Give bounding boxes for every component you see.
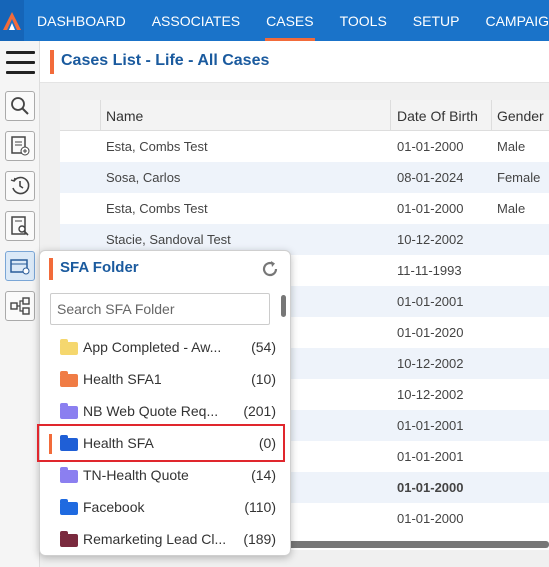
cell-gender: Male <box>497 139 526 154</box>
nav-setup[interactable]: SETUP <box>400 0 473 41</box>
page-title: Cases List - Life - All Cases <box>61 52 270 69</box>
vertical-scrollbar[interactable] <box>281 295 286 317</box>
nav-associates[interactable]: ASSOCIATES <box>139 0 253 41</box>
cell-dob: 11-11-1993 <box>397 263 462 278</box>
cell-dob: 01-01-2000 <box>397 511 464 526</box>
cell-dob: 10-12-2002 <box>397 387 464 402</box>
report-search-icon[interactable] <box>5 211 35 241</box>
folder-item[interactable]: Facebook (110) <box>40 491 286 523</box>
folder-item[interactable]: NB Web Quote Req... (201) <box>40 395 286 427</box>
selection-highlight <box>37 424 285 462</box>
folder-icon <box>60 499 78 515</box>
nav-campaign[interactable]: CAMPAIGN <box>472 0 549 41</box>
cell-dob: 01-01-2000 <box>397 480 464 495</box>
nav-dashboard[interactable]: DASHBOARD <box>24 0 139 41</box>
folder-count: (54) <box>251 339 276 355</box>
cell-dob: 01-01-2020 <box>397 325 464 340</box>
cell-dob: 10-12-2002 <box>397 232 464 247</box>
cell-gender: Female <box>497 170 541 185</box>
history-icon[interactable] <box>5 171 35 201</box>
folder-name: Facebook <box>83 499 145 515</box>
cell-dob: 08-01-2024 <box>397 170 464 185</box>
folder-count: (189) <box>243 531 276 547</box>
folder-item[interactable]: TN-Health Quote (14) <box>40 459 286 491</box>
cell-dob: 01-01-2001 <box>397 418 464 433</box>
cell-name: Sosa, Carlos <box>106 170 181 185</box>
folder-name: TN-Health Quote <box>83 467 189 483</box>
logo-icon[interactable] <box>0 0 24 41</box>
folder-count: (10) <box>251 371 276 387</box>
cell-gender: Male <box>497 201 526 216</box>
column-header-gender[interactable]: Gender <box>497 100 544 131</box>
page-header: Cases List - Life - All Cases <box>40 41 549 83</box>
folder-count: (110) <box>244 499 276 515</box>
top-nav: DASHBOARD ASSOCIATES CASES TOOLS SETUP C… <box>0 0 549 41</box>
nav-tools[interactable]: TOOLS <box>327 0 400 41</box>
popup-accent-bar <box>49 258 53 280</box>
folder-item[interactable]: Remarketing Lead Cl... (189) <box>40 523 286 555</box>
folder-name: App Completed - Aw... <box>83 339 222 355</box>
refresh-icon[interactable] <box>260 259 280 279</box>
folder-name: NB Web Quote Req... <box>83 403 219 419</box>
table-row[interactable]: Sosa, Carlos 08-01-2024 Female <box>60 162 549 193</box>
folder-item[interactable]: App Completed - Aw... (54) <box>40 331 286 363</box>
cell-name: Esta, Combs Test <box>106 139 208 154</box>
left-toolbar <box>0 41 40 567</box>
cell-dob: 10-12-2002 <box>397 356 464 371</box>
folder-name: Health SFA1 <box>83 371 162 387</box>
folder-icon <box>60 371 78 387</box>
title-accent-bar <box>50 50 54 74</box>
folder-count: (14) <box>251 467 276 483</box>
sfa-folder-icon[interactable] <box>5 251 35 281</box>
grid-header: Name Date Of Birth Gender <box>60 100 549 131</box>
workflow-icon[interactable] <box>5 291 35 321</box>
sfa-search-input[interactable] <box>50 293 270 325</box>
folder-icon <box>60 467 78 483</box>
add-case-icon[interactable] <box>5 131 35 161</box>
column-header-dob[interactable]: Date Of Birth <box>397 100 478 131</box>
cell-dob: 01-01-2000 <box>397 139 464 154</box>
search-cases-icon[interactable] <box>5 91 35 121</box>
cell-dob: 01-01-2001 <box>397 449 464 464</box>
menu-icon[interactable] <box>6 51 35 75</box>
folder-count: (201) <box>243 403 276 419</box>
table-row[interactable]: Esta, Combs Test 01-01-2000 Male <box>60 193 549 224</box>
cell-dob: 01-01-2000 <box>397 201 464 216</box>
sfa-folder-popup: SFA Folder App Completed - Aw... (54) Heal… <box>39 250 291 556</box>
folder-item[interactable]: Health SFA1 (10) <box>40 363 286 395</box>
cell-name: Esta, Combs Test <box>106 201 208 216</box>
folder-icon <box>60 531 78 547</box>
table-row[interactable]: Esta, Combs Test 01-01-2000 Male <box>60 131 549 162</box>
folder-name: Remarketing Lead Cl... <box>83 531 227 547</box>
folder-icon <box>60 403 78 419</box>
horizontal-scrollbar[interactable] <box>270 541 549 548</box>
column-header-name[interactable]: Name <box>106 100 143 131</box>
nav-cases[interactable]: CASES <box>253 0 326 41</box>
popup-title: SFA Folder <box>60 259 139 276</box>
cell-dob: 01-01-2001 <box>397 294 464 309</box>
folder-icon <box>60 339 78 355</box>
